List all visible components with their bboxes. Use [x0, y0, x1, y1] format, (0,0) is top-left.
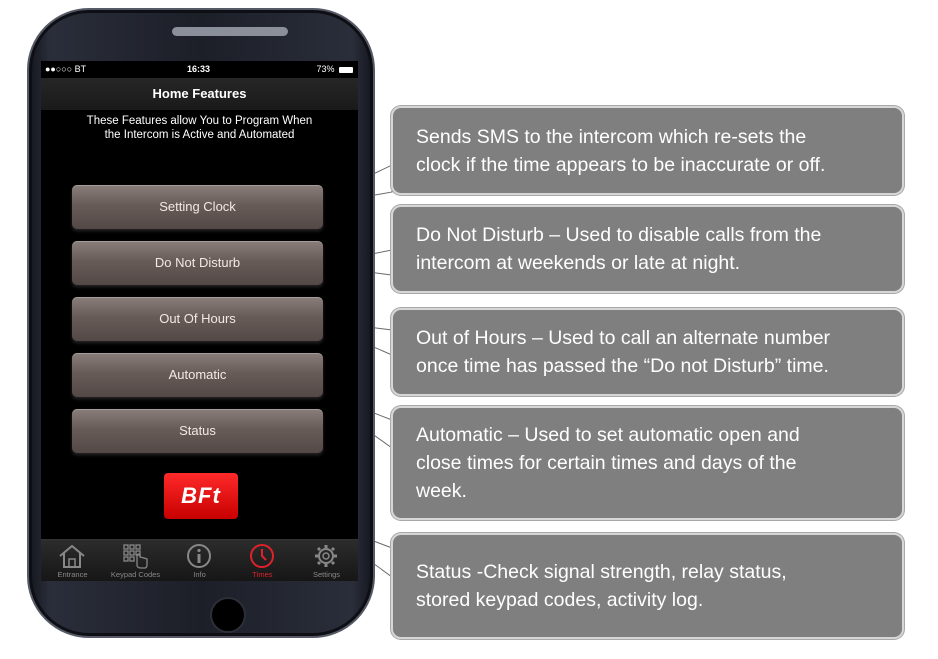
callout-line: clock if the time appears to be inaccura… — [416, 153, 826, 176]
info-icon — [187, 544, 211, 568]
do-not-disturb-button[interactable]: Do Not Disturb — [72, 241, 323, 285]
automatic-button[interactable]: Automatic — [72, 353, 323, 397]
intro-line-2: the Intercom is Active and Automated — [104, 129, 295, 141]
setting-clock-button[interactable]: Setting Clock — [72, 185, 323, 229]
tab-label-keypad-codes: Keypad Codes — [110, 570, 161, 579]
callout-line: Do Not Disturb – Used to disable calls f… — [416, 224, 822, 246]
tab-label-info: Info — [193, 570, 206, 579]
callout-status: Status -Check signal strength, relay sta… — [391, 533, 904, 639]
callout-line: Status -Check signal strength, relay sta… — [416, 561, 787, 583]
phone-screen: ●●○○○ BT 16:33 73% Home Features These F… — [41, 61, 358, 581]
status-time: 16:33 — [187, 64, 211, 74]
tab-info[interactable]: Info — [168, 540, 231, 581]
callout-do-not-disturb: Do Not Disturb – Used to disable calls f… — [391, 205, 904, 293]
callout-line: once time has passed the “Do not Disturb… — [416, 355, 829, 377]
callout-text: Status -Check signal strength, relay sta… — [416, 558, 787, 614]
battery-status: 73% — [316, 64, 353, 74]
keypad-icon — [123, 544, 148, 569]
page-title: Home Features — [41, 78, 358, 110]
tab-label-settings: Settings — [312, 570, 341, 579]
callout-line: close times for certain times and days o… — [416, 452, 797, 474]
home-button[interactable] — [210, 597, 246, 633]
callout-text: Automatic – Used to set automatic open a… — [416, 421, 800, 505]
callout-line: Sends SMS to the intercom which re-sets … — [416, 125, 807, 148]
out-of-hours-button[interactable]: Out Of Hours — [72, 297, 323, 341]
battery-icon — [339, 66, 353, 73]
clock-icon — [250, 544, 274, 568]
tab-label-entrance: Entrance — [57, 570, 88, 579]
battery-percent: 73% — [316, 64, 335, 74]
callout-text: Sends SMS to the intercom which re-sets … — [416, 123, 825, 179]
status-button[interactable]: Status — [72, 409, 323, 453]
carrier-label: ●●○○○ BT — [45, 64, 87, 74]
gear-icon — [315, 545, 337, 567]
callout-setting-clock: Sends SMS to the intercom which re-sets … — [391, 106, 904, 195]
callout-line: Automatic – Used to set automatic open a… — [416, 424, 800, 446]
tab-settings[interactable]: Settings — [295, 540, 358, 581]
tab-label-times: Times — [252, 570, 273, 579]
callout-line: week. — [416, 480, 467, 502]
house-icon — [59, 544, 85, 568]
status-bar: ●●○○○ BT 16:33 73% — [41, 61, 358, 78]
callout-text: Do Not Disturb – Used to disable calls f… — [416, 221, 821, 277]
tab-bar: Entrance Keypad Codes Info Times Setting… — [41, 539, 358, 581]
callout-line: Out of Hours – Used to call an alternate… — [416, 327, 831, 349]
tab-keypad-codes[interactable]: Keypad Codes — [104, 540, 167, 581]
callout-line: stored keypad codes, activity log. — [416, 589, 704, 611]
tab-times[interactable]: Times — [231, 540, 294, 581]
intro-text: These Features allow You to Program When… — [51, 114, 348, 142]
callout-automatic: Automatic – Used to set automatic open a… — [391, 406, 904, 520]
callout-text: Out of Hours – Used to call an alternate… — [416, 324, 830, 380]
tab-entrance[interactable]: Entrance — [41, 540, 104, 581]
callout-out-of-hours: Out of Hours – Used to call an alternate… — [391, 308, 904, 396]
bft-logo: BFt — [164, 473, 238, 519]
phone-speaker — [172, 27, 288, 36]
intro-line-1: These Features allow You to Program When — [86, 115, 313, 127]
callout-line: intercom at weekends or late at night. — [416, 252, 741, 274]
